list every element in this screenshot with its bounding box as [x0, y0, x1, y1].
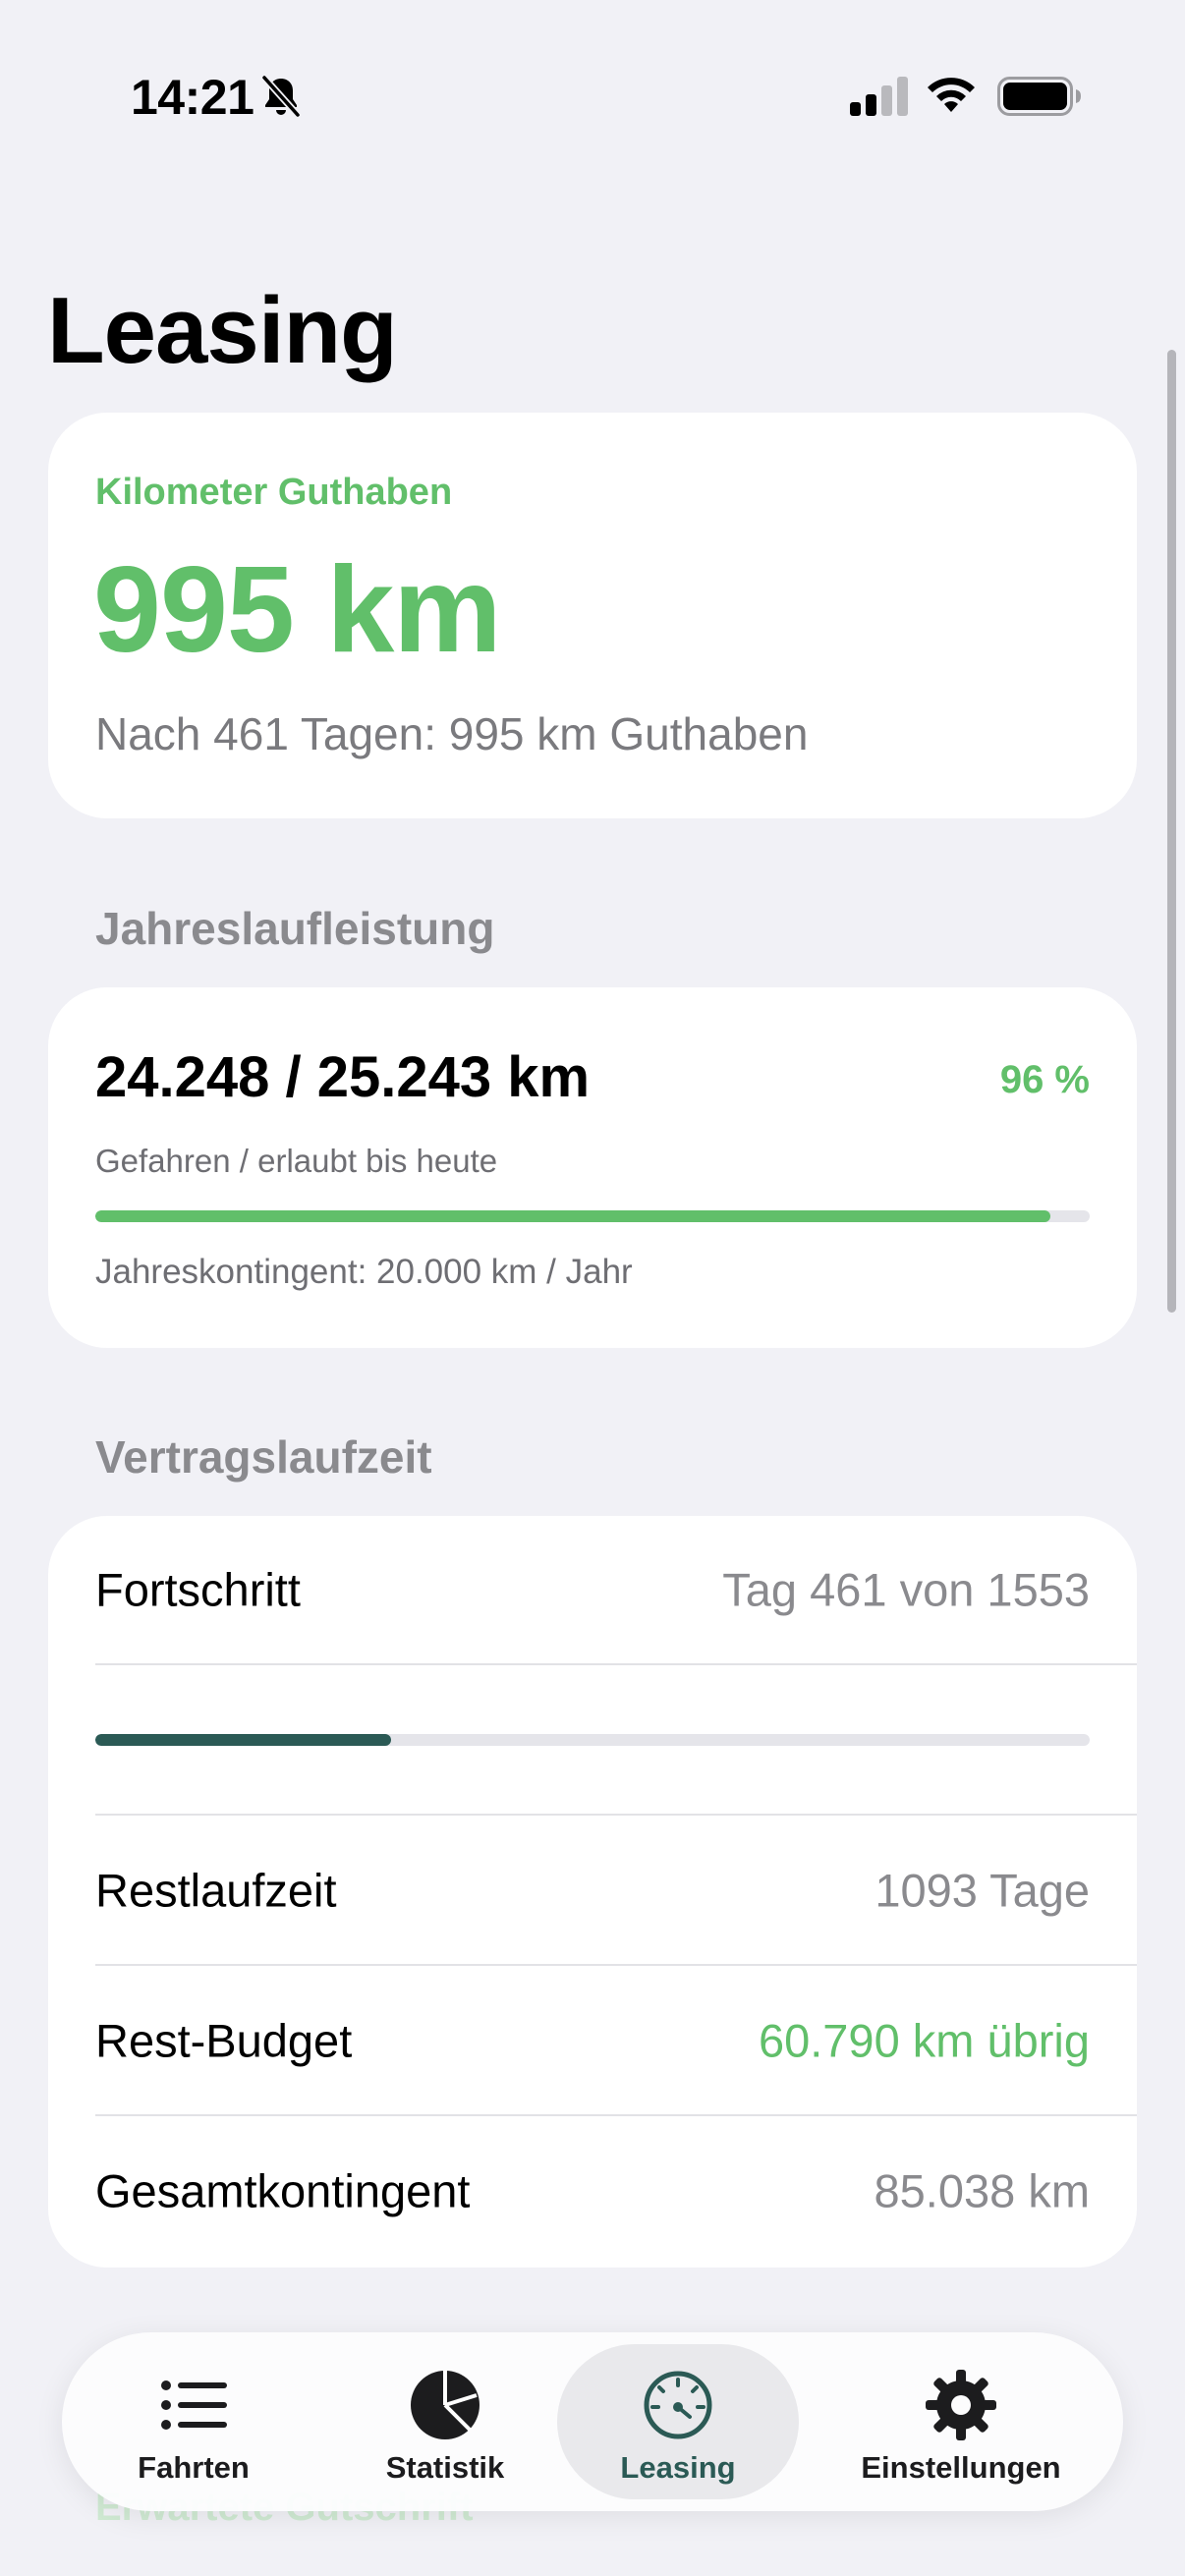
tab-einstellungen[interactable]: Einstellungen: [818, 2344, 1103, 2499]
divider: [95, 1964, 1137, 1966]
budget-label: Rest-Budget: [95, 2014, 353, 2067]
tab-leasing[interactable]: Leasing: [557, 2344, 799, 2499]
tab-label: Einstellungen: [861, 2450, 1061, 2485]
divider: [95, 1814, 1137, 1816]
remaining-value: 1093 Tage: [875, 1864, 1090, 1917]
tab-label: Statistik: [385, 2450, 505, 2485]
progress-value: Tag 461 von 1553: [722, 1563, 1090, 1616]
bell-slash-icon: [261, 75, 301, 118]
leasing-screen: 14:21 Leasing Kilometer Guthaben 995 km …: [0, 0, 1185, 2576]
credit-label: Kilometer Guthaben: [95, 472, 453, 513]
tab-label: Leasing: [620, 2450, 736, 2485]
annual-mileage-value: 24.248 / 25.243 km: [95, 1045, 591, 1109]
row-progress: Fortschritt Tag 461 von 1553: [95, 1516, 1090, 1663]
annual-progress-fill: [95, 1210, 1050, 1222]
tab-statistik[interactable]: Statistik: [327, 2344, 563, 2499]
cellular-signal-icon: [850, 77, 908, 116]
annual-caption: Gefahren / erlaubt bis heute: [95, 1143, 498, 1179]
battery-icon: [997, 77, 1081, 116]
tab-bar: Fahrten Statistik Leasing Einstellungen: [62, 2332, 1123, 2511]
credit-value: 995 km: [93, 542, 502, 678]
divider: [95, 1663, 1137, 1665]
divider: [95, 2114, 1137, 2116]
contract-progress-bar: [95, 1734, 1090, 1746]
annual-progress-bar: [95, 1210, 1090, 1222]
gear-icon: [926, 2370, 996, 2440]
status-bar: 14:21: [0, 0, 1185, 177]
list-icon: [161, 2380, 227, 2430]
page-title: Leasing: [47, 278, 398, 383]
annual-quota: Jahreskontingent: 20.000 km / Jahr: [95, 1253, 633, 1291]
section-header-contract: Vertragslaufzeit: [95, 1431, 432, 1483]
annual-percent: 96 %: [999, 1058, 1090, 1101]
budget-value: 60.790 km übrig: [758, 2014, 1090, 2067]
annual-mileage-card: 24.248 / 25.243 km 96 % Gefahren / erlau…: [48, 987, 1137, 1348]
kilometer-credit-card: Kilometer Guthaben 995 km Nach 461 Tagen…: [48, 413, 1137, 818]
contract-progress-fill: [95, 1734, 391, 1746]
section-header-annual: Jahreslaufleistung: [95, 903, 495, 954]
scroll-indicator[interactable]: [1167, 350, 1176, 1313]
contract-duration-card: Fortschritt Tag 461 von 1553 Restlaufzei…: [48, 1516, 1137, 2268]
total-value: 85.038 km: [874, 2164, 1090, 2217]
row-total-quota: Gesamtkontingent 85.038 km: [95, 2117, 1090, 2265]
tab-fahrten[interactable]: Fahrten: [82, 2344, 306, 2499]
progress-label: Fortschritt: [95, 1563, 301, 1616]
wifi-icon: [928, 78, 975, 112]
row-remaining-time: Restlaufzeit 1093 Tage: [95, 1817, 1090, 1964]
remaining-label: Restlaufzeit: [95, 1864, 337, 1917]
status-time: 14:21: [131, 70, 254, 125]
pie-chart-icon: [411, 2371, 480, 2439]
tab-label: Fahrten: [138, 2450, 250, 2485]
credit-subtitle: Nach 461 Tagen: 995 km Guthaben: [95, 708, 809, 759]
row-rest-budget: Rest-Budget 60.790 km übrig: [95, 1967, 1090, 2114]
total-label: Gesamtkontingent: [95, 2164, 471, 2217]
speedometer-icon: [644, 2371, 712, 2439]
